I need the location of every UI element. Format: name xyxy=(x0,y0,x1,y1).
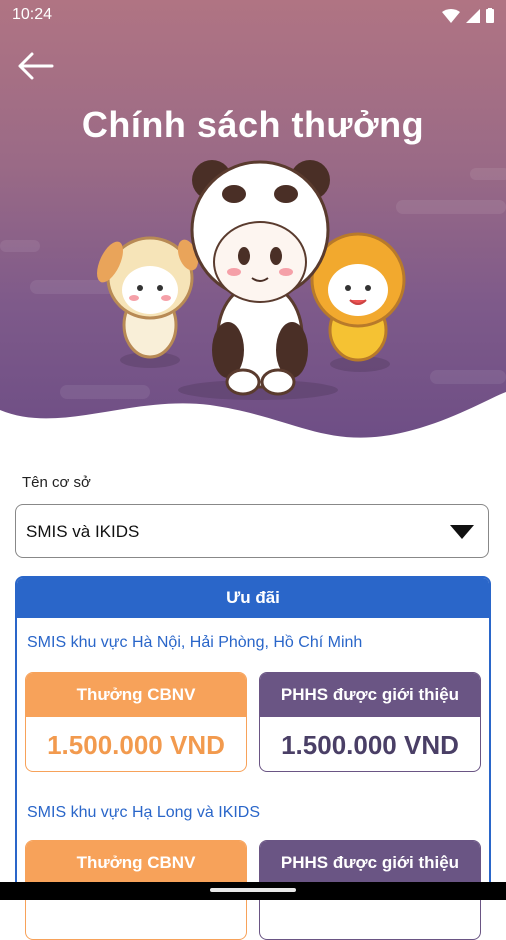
status-bar: 10:24 xyxy=(0,0,506,32)
referred-parent-amount: 1.500.000 VND xyxy=(281,730,459,760)
mascot-illustration xyxy=(97,160,406,400)
dropdown-caret-icon xyxy=(450,525,474,539)
lion-mascot-icon xyxy=(310,232,406,372)
home-gesture-handle[interactable] xyxy=(210,888,296,892)
panda-mascot-icon xyxy=(190,160,330,396)
back-arrow-icon[interactable] xyxy=(14,46,56,86)
region-title: SMIS khu vực Hà Nội, Hải Phòng, Hồ Chí M… xyxy=(27,634,363,651)
status-time: 10:24 xyxy=(12,6,53,23)
staff-bonus-amount: 1.500.000 VND xyxy=(47,730,225,760)
battery-icon xyxy=(486,8,494,23)
region-title: SMIS khu vực Hạ Long và IKIDS xyxy=(27,804,261,821)
referred-parent-label: PHHS được giới thiệu xyxy=(260,841,480,885)
signal-icon xyxy=(466,8,480,23)
facility-label: Tên cơ sở xyxy=(22,474,91,491)
facility-select-value: SMIS và IKIDS xyxy=(26,522,140,541)
referred-parent-label: PHHS được giới thiệu xyxy=(260,673,480,717)
facility-select[interactable]: SMIS và IKIDS xyxy=(15,504,489,558)
dog-mascot-icon xyxy=(97,236,199,368)
referred-parent-box: PHHS được giới thiệu 1.500.000 VND xyxy=(259,672,481,772)
offer-card-title: Ưu đãi xyxy=(17,578,489,618)
page-title: Chính sách thưởng xyxy=(81,104,425,145)
wifi-icon xyxy=(442,8,460,23)
system-nav-bar xyxy=(0,882,506,900)
staff-bonus-label: Thưởng CBNV xyxy=(26,841,246,885)
offer-card: Ưu đãi SMIS khu vực Hà Nội, Hải Phòng, H… xyxy=(15,576,491,940)
staff-bonus-box: Thưởng CBNV 1.500.000 VND xyxy=(25,672,247,772)
staff-bonus-label: Thưởng CBNV xyxy=(26,673,246,717)
status-icons xyxy=(442,8,494,23)
